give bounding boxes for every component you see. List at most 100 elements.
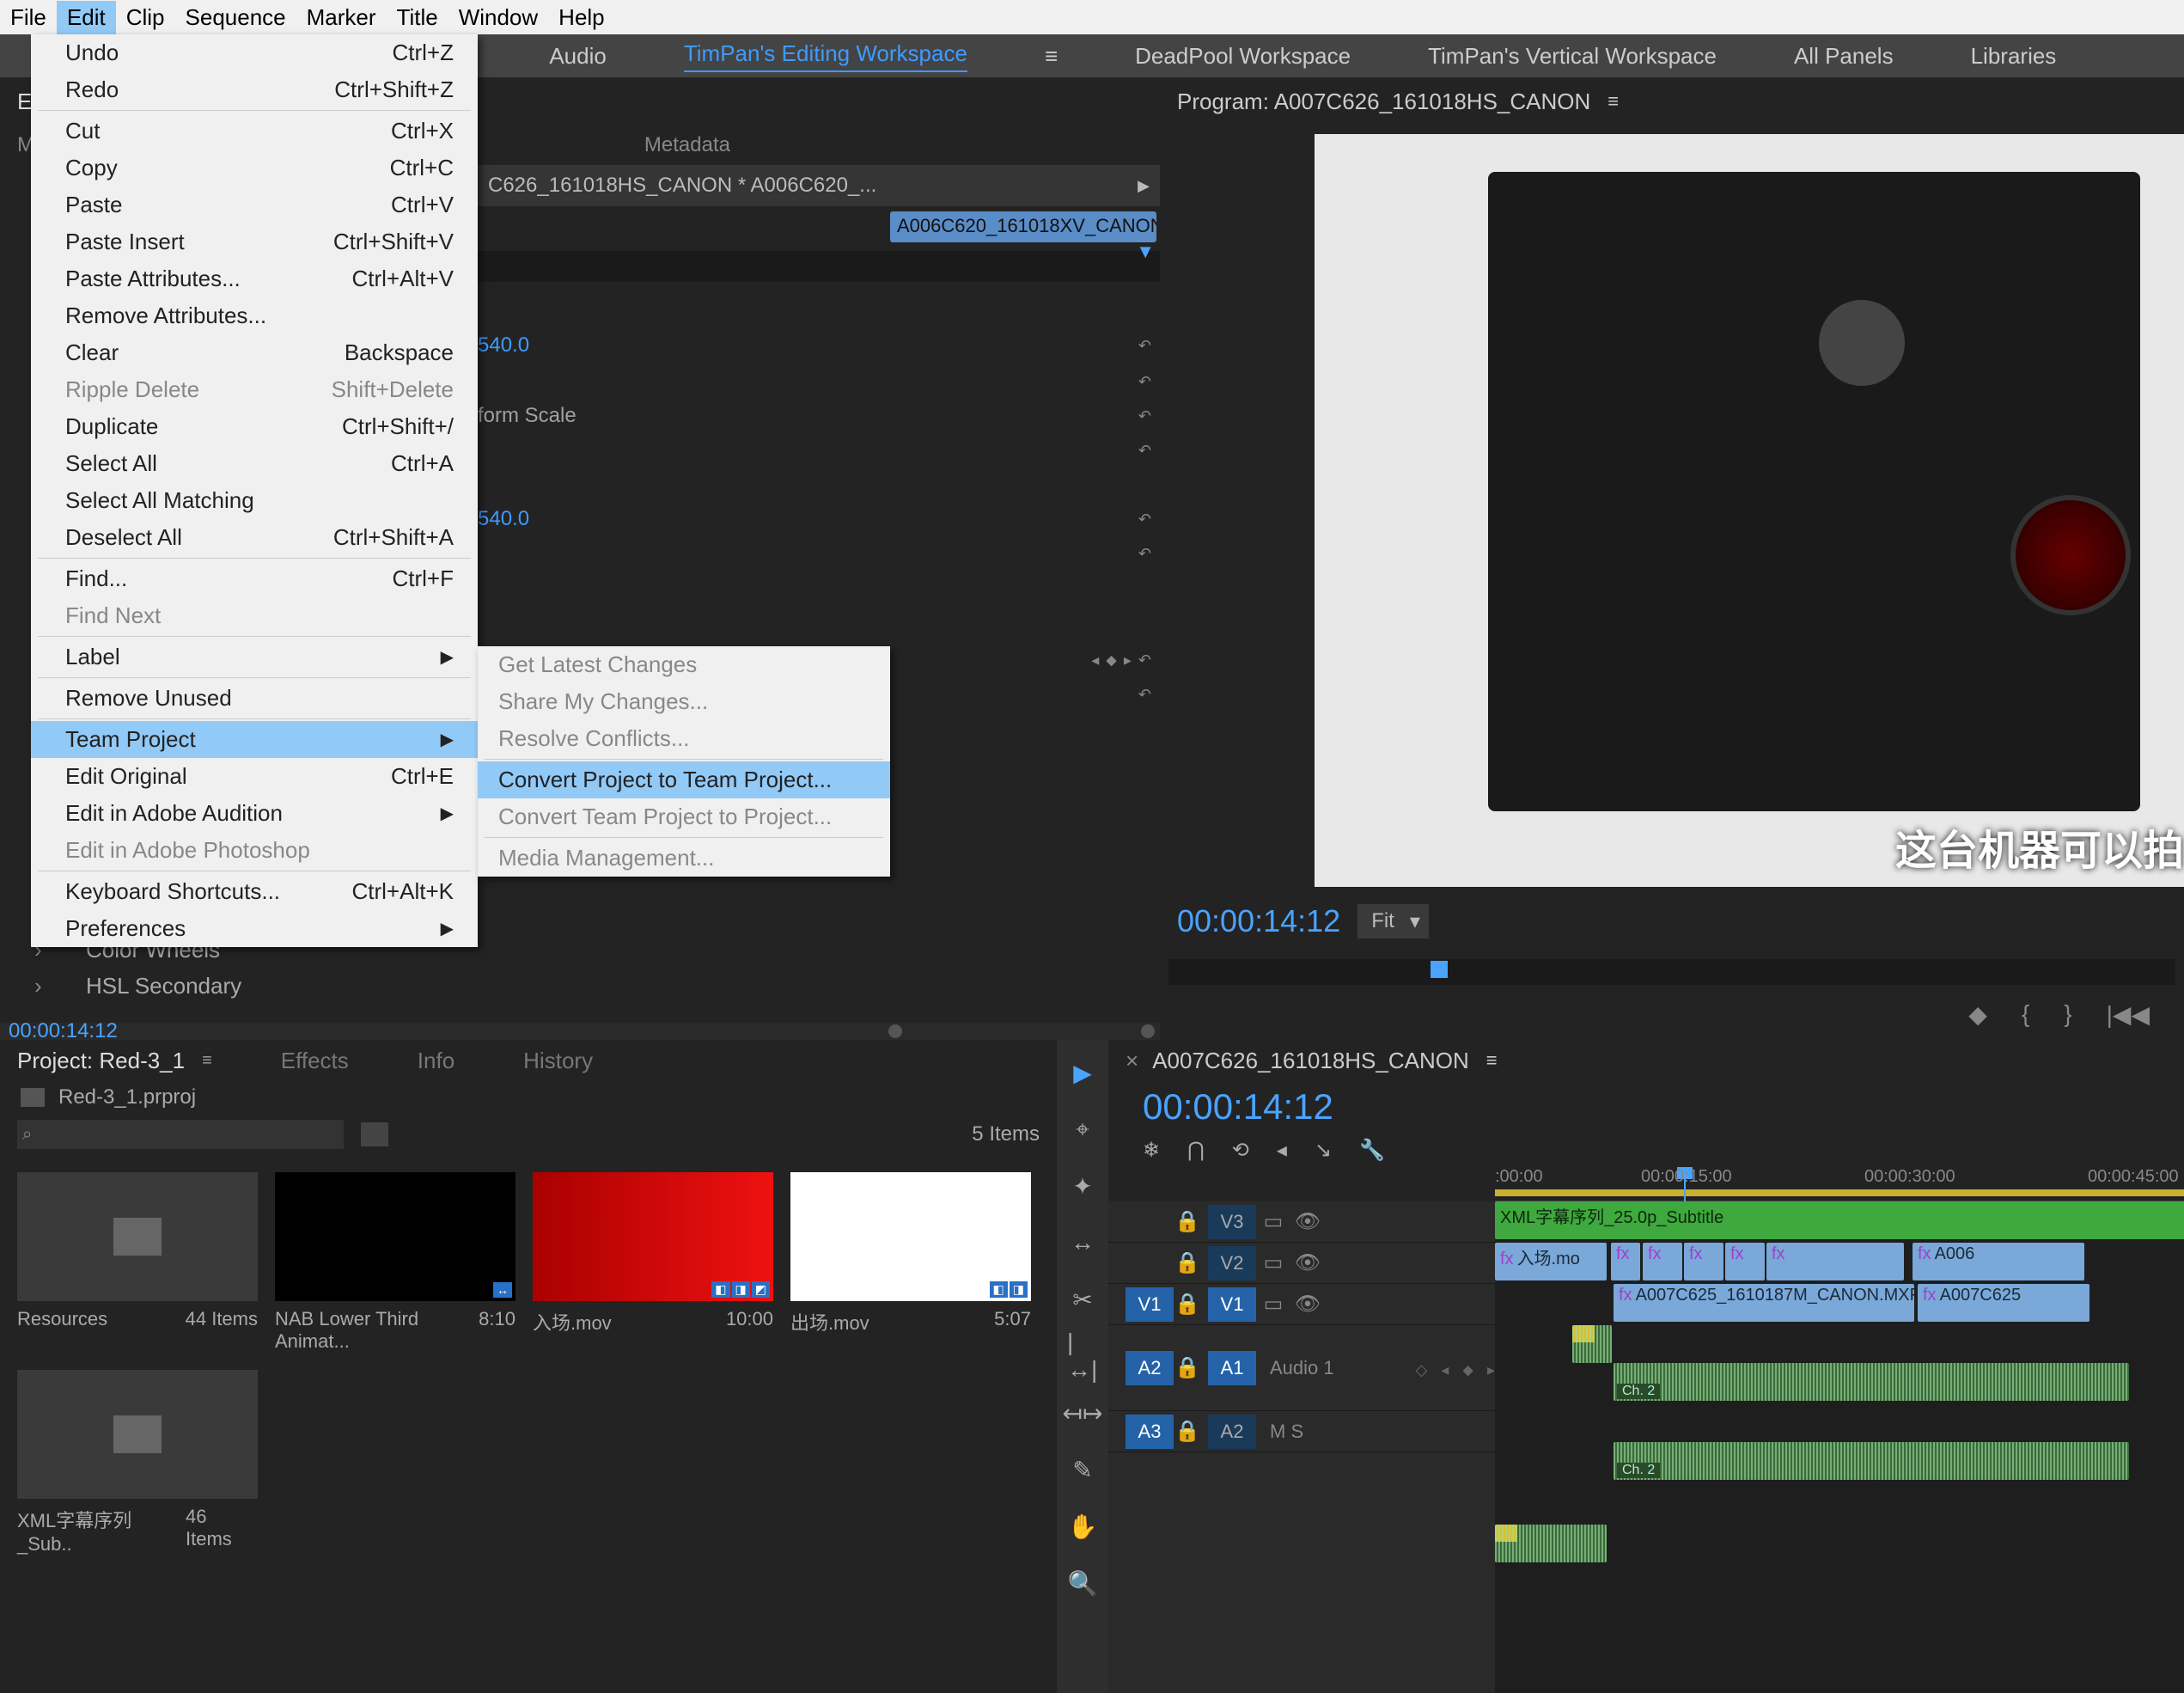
undo-icon[interactable]: ↶: [1138, 651, 1151, 669]
timeline-tool[interactable]: ✦: [1067, 1170, 1098, 1201]
timeline-tool[interactable]: 🔍: [1067, 1568, 1098, 1598]
lock-icon[interactable]: 🔒: [1174, 1355, 1201, 1380]
workspace-tab[interactable]: Libraries: [1971, 43, 2057, 70]
panel-menu-icon[interactable]: ≡: [202, 1051, 212, 1071]
undo-icon[interactable]: ↶: [1138, 373, 1151, 391]
program-monitor-tab[interactable]: Program: A007C626_161018HS_CANON≡: [1160, 77, 2184, 125]
menu-window[interactable]: Window: [448, 1, 548, 34]
zoom-fit-dropdown[interactable]: Fit: [1357, 904, 1429, 938]
timeline-clip[interactable]: fx: [1611, 1243, 1640, 1280]
toggle-output-icon[interactable]: 👁: [1290, 1292, 1325, 1317]
edit-menu-dropdown[interactable]: UndoCtrl+ZRedoCtrl+Shift+ZCutCtrl+XCopyC…: [31, 34, 478, 947]
timeline-tool-icon[interactable]: ⋂: [1187, 1138, 1205, 1163]
timeline-tool[interactable]: ⌖: [1067, 1114, 1098, 1145]
toggle-output-icon[interactable]: 👁: [1290, 1209, 1325, 1234]
undo-icon[interactable]: ↶: [1138, 510, 1151, 529]
menu-item[interactable]: DuplicateCtrl+Shift+/: [31, 408, 478, 445]
track-header[interactable]: 🔒V3▭👁: [1108, 1201, 1495, 1243]
menu-title[interactable]: Title: [387, 1, 448, 34]
timeline-ruler[interactable]: :00:0000:00:15:0000:00:30:0000:00:45:00: [1495, 1167, 2184, 1201]
timeline-clip[interactable]: fx: [1643, 1243, 1682, 1280]
lock-icon[interactable]: 🔒: [1174, 1250, 1201, 1275]
undo-icon[interactable]: ↶: [1138, 442, 1151, 460]
track-header[interactable]: A2🔒A1Audio 1◇◂⬥▸: [1108, 1325, 1495, 1411]
workspace-tab[interactable]: All Panels: [1794, 43, 1894, 70]
timeline-timecode[interactable]: 00:00:14:12: [1143, 1086, 1333, 1128]
menu-item[interactable]: Remove Unused: [31, 680, 478, 717]
menu-item[interactable]: PasteCtrl+V: [31, 186, 478, 223]
project-item[interactable]: Resources44 Items: [17, 1172, 258, 1353]
program-scrubber[interactable]: [1168, 959, 2175, 985]
timeline-clip[interactable]: [1572, 1325, 1612, 1363]
menu-item[interactable]: Ripple DeleteShift+Delete: [31, 371, 478, 408]
track-header[interactable]: A3🔒A2M S: [1108, 1411, 1495, 1452]
sequence-tab[interactable]: A007C626_161018HS_CANON: [1152, 1048, 1469, 1074]
menu-clip[interactable]: Clip: [116, 1, 175, 34]
prop-value-1[interactable]: 540.0: [478, 333, 529, 358]
work-area-bar[interactable]: [1495, 1189, 2184, 1196]
project-tab[interactable]: Project: Red-3_1: [17, 1048, 185, 1074]
workspace-tab[interactable]: Audio: [549, 43, 607, 70]
effect-clip-header[interactable]: C626_161018HS_CANON * A006C620_...▶: [478, 165, 1160, 206]
submenu-item[interactable]: Convert Team Project to Project...: [478, 798, 890, 835]
marker-button[interactable]: {: [2022, 1000, 2029, 1028]
panel-menu-icon[interactable]: ≡: [1607, 90, 1619, 113]
workspace-tab[interactable]: TimPan's Editing Workspace: [684, 40, 967, 72]
lock-icon[interactable]: 🔒: [1174, 1292, 1201, 1317]
submenu-item[interactable]: Convert Project to Team Project...: [478, 761, 890, 798]
menu-item[interactable]: ClearBackspace: [31, 334, 478, 371]
menu-item[interactable]: Paste Attributes...Ctrl+Alt+V: [31, 260, 478, 297]
close-icon[interactable]: ×: [1126, 1048, 1138, 1074]
undo-icon[interactable]: ↶: [1138, 337, 1151, 355]
menu-sequence[interactable]: Sequence: [175, 1, 296, 34]
timeline-clip[interactable]: fxA007C625: [1918, 1284, 2089, 1322]
menu-item[interactable]: Find...Ctrl+F: [31, 560, 478, 597]
project-search-input[interactable]: [17, 1120, 344, 1149]
menu-item[interactable]: Edit in Adobe Audition▶: [31, 795, 478, 832]
menu-item[interactable]: Edit OriginalCtrl+E: [31, 758, 478, 795]
menu-item[interactable]: Select All Matching: [31, 482, 478, 519]
menu-marker[interactable]: Marker: [296, 1, 387, 34]
project-tab[interactable]: Info: [418, 1048, 454, 1074]
timeline-tool-icon[interactable]: ⟲: [1232, 1138, 1249, 1163]
track-header[interactable]: V1🔒V1▭👁: [1108, 1284, 1495, 1325]
timeline-tool[interactable]: ↤↦: [1067, 1397, 1098, 1428]
effect-timecode[interactable]: 00:00:14:12: [9, 1019, 118, 1043]
prop-value-2[interactable]: 540.0: [478, 507, 529, 531]
timeline-clip[interactable]: [1495, 1525, 1607, 1562]
timeline-clip[interactable]: Ch. 2: [1614, 1442, 2129, 1480]
track-body[interactable]: XML字幕序列_25.0p_Subtitlefx入场.mofxfxfxfxfxf…: [1495, 1201, 2184, 1693]
team-project-submenu[interactable]: Get Latest ChangesShare My Changes...Res…: [478, 646, 890, 877]
timeline-clip[interactable]: fx入场.mo: [1495, 1243, 1607, 1280]
submenu-item[interactable]: Media Management...: [478, 840, 890, 877]
marker-button[interactable]: ◆: [1968, 1000, 1987, 1029]
menu-item[interactable]: Team Project▶: [31, 721, 478, 758]
effect-clip-bar[interactable]: A006C620_161018XV_CANON.: [890, 211, 1156, 242]
timeline-tool-icon[interactable]: ↘: [1315, 1138, 1332, 1163]
timeline-tool[interactable]: ✋: [1067, 1511, 1098, 1542]
submenu-item[interactable]: Get Latest Changes: [478, 646, 890, 683]
project-item[interactable]: ↔NAB Lower Third Animat...8:10: [275, 1172, 515, 1353]
filter-bin-icon[interactable]: [361, 1122, 388, 1146]
sync-lock-icon[interactable]: ▭: [1256, 1250, 1290, 1275]
program-viewer[interactable]: 这台机器可以拍: [1315, 134, 2184, 887]
menu-item[interactable]: Remove Attributes...: [31, 297, 478, 334]
menu-edit[interactable]: Edit: [57, 1, 116, 34]
workspace-options-icon[interactable]: ≡: [1045, 43, 1058, 70]
sync-lock-icon[interactable]: ▭: [1256, 1292, 1290, 1317]
menu-item[interactable]: CutCtrl+X: [31, 113, 478, 150]
timeline-clip[interactable]: fxA007C625_1610187M_CANON.MXF [V: [1614, 1284, 1914, 1322]
project-tab[interactable]: History: [523, 1048, 593, 1074]
workspace-tab[interactable]: TimPan's Vertical Workspace: [1428, 43, 1717, 70]
timeline-tool[interactable]: ✎: [1067, 1454, 1098, 1485]
project-item[interactable]: ◧◨◩入场.mov10:00: [533, 1172, 773, 1353]
submenu-item[interactable]: Share My Changes...: [478, 683, 890, 720]
timeline-tool[interactable]: ✂: [1067, 1284, 1098, 1315]
panel-menu-icon[interactable]: ≡: [1486, 1049, 1498, 1072]
timeline-clip[interactable]: fx: [1725, 1243, 1765, 1280]
playhead-icon[interactable]: [1431, 961, 1448, 978]
undo-icon[interactable]: ↶: [1138, 686, 1151, 704]
menu-item[interactable]: Keyboard Shortcuts...Ctrl+Alt+K: [31, 873, 478, 910]
timeline-tool[interactable]: |↔|: [1067, 1341, 1098, 1372]
workspace-tab[interactable]: DeadPool Workspace: [1135, 43, 1351, 70]
